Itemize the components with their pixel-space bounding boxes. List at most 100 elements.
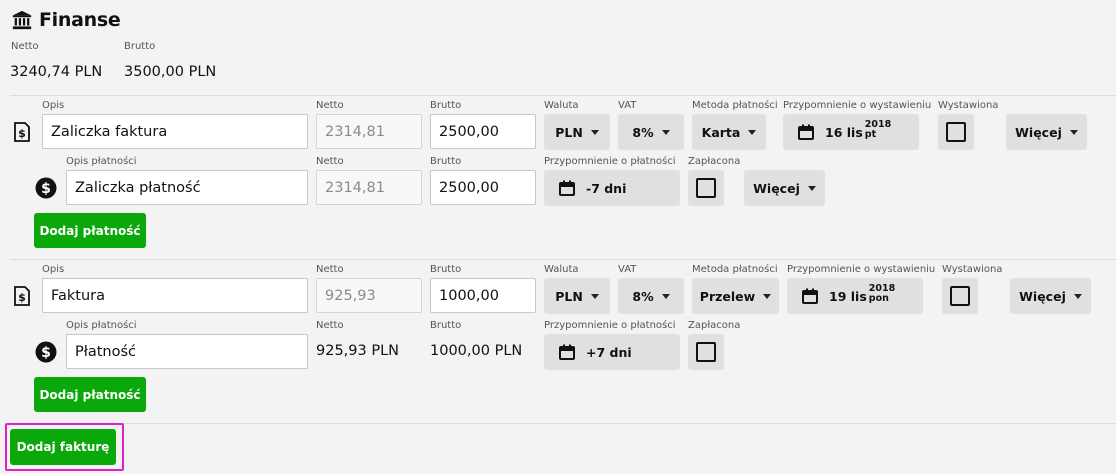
calendar-icon bbox=[802, 288, 818, 304]
payment-opis-input[interactable] bbox=[66, 334, 308, 369]
invoice-brutto-input[interactable] bbox=[430, 278, 536, 313]
checkbox-box bbox=[696, 178, 716, 198]
paid-checkbox[interactable] bbox=[688, 170, 724, 206]
invoice-brutto-label: Brutto bbox=[430, 264, 462, 275]
summary-netto-label: Netto bbox=[11, 41, 39, 52]
payment-netto-input bbox=[316, 170, 422, 205]
currency-dropdown-label: PLN bbox=[555, 124, 583, 140]
summary-netto-value: 3240,74 PLN bbox=[10, 64, 103, 80]
summary-brutto-label: Brutto bbox=[124, 41, 156, 52]
invoice-vat-label: VAT bbox=[618, 100, 637, 111]
chevron-down-icon bbox=[748, 129, 757, 135]
summary-brutto-value: 3500,00 PLN bbox=[124, 64, 217, 80]
chevron-down-icon bbox=[661, 129, 670, 135]
issue-reminder-day: 16 lis bbox=[825, 124, 863, 140]
invoice-metoda-label: Metoda płatności bbox=[692, 100, 778, 111]
payment-more-button[interactable]: Więcej bbox=[744, 170, 825, 206]
payment-method-dropdown[interactable]: Karta bbox=[692, 114, 766, 150]
divider bbox=[10, 259, 1116, 260]
payment-opis-input[interactable] bbox=[66, 170, 308, 205]
invoice-opis-label: Opis bbox=[42, 264, 65, 275]
svg-text:$: $ bbox=[18, 291, 26, 304]
invoice-doc-icon: $ bbox=[13, 286, 31, 306]
add-payment-button[interactable]: Dodaj płatność bbox=[34, 213, 146, 248]
dollar-circle-icon: $ bbox=[35, 341, 57, 363]
invoice-brutto-input[interactable] bbox=[430, 114, 536, 149]
divider bbox=[10, 95, 1116, 96]
chevron-down-icon bbox=[1073, 293, 1082, 299]
issued-checkbox[interactable] bbox=[942, 278, 978, 314]
payment-more-button-label: Więcej bbox=[753, 180, 800, 196]
paid-checkbox[interactable] bbox=[688, 334, 724, 370]
payment-opis-label: Opis płatności bbox=[66, 156, 137, 167]
invoice-netto-label: Netto bbox=[316, 100, 344, 111]
more-button-label: Więcej bbox=[1019, 288, 1066, 304]
invoice-netto-input bbox=[316, 114, 422, 149]
payment-brutto-label: Brutto bbox=[430, 320, 462, 331]
chevron-down-icon bbox=[1069, 129, 1078, 135]
issue-reminder-weekday: pon bbox=[868, 293, 889, 304]
currency-dropdown[interactable]: PLN bbox=[544, 114, 610, 150]
invoice-doc-icon: $ bbox=[13, 122, 31, 142]
vat-dropdown[interactable]: 8% bbox=[618, 114, 684, 150]
invoice-waluta-label: Waluta bbox=[544, 100, 579, 111]
svg-text:$: $ bbox=[41, 181, 51, 197]
invoice-netto-label: Netto bbox=[316, 264, 344, 275]
svg-text:$: $ bbox=[18, 127, 26, 140]
payment-netto-label: Netto bbox=[316, 320, 344, 331]
issue-reminder-weekday: pt bbox=[864, 129, 877, 140]
invoice-opis-input[interactable] bbox=[42, 278, 308, 313]
calendar-icon bbox=[798, 124, 814, 140]
invoice-opis-label: Opis bbox=[42, 100, 65, 111]
more-button[interactable]: Więcej bbox=[1006, 114, 1087, 150]
payment-opis-label: Opis płatności bbox=[66, 320, 137, 331]
calendar-icon bbox=[559, 180, 575, 196]
invoice-metoda-label: Metoda płatności bbox=[692, 264, 778, 275]
add-invoice-button[interactable]: Dodaj fakturę bbox=[10, 429, 116, 465]
add-payment-button[interactable]: Dodaj płatność bbox=[34, 377, 146, 412]
payment-zaplacona-label: Zapłacona bbox=[688, 320, 741, 331]
more-button-label: Więcej bbox=[1015, 124, 1062, 140]
bank-icon bbox=[12, 10, 32, 30]
calendar-icon bbox=[559, 344, 575, 360]
payment-netto-label: Netto bbox=[316, 156, 344, 167]
dollar-circle-icon: $ bbox=[35, 177, 57, 199]
invoice-opis-input[interactable] bbox=[42, 114, 308, 149]
issue-reminder-date-button[interactable]: 16 lis 2018 pt bbox=[783, 114, 919, 150]
invoice-przyp-label: Przypomnienie o wystawieniu bbox=[783, 100, 932, 111]
issued-checkbox[interactable] bbox=[938, 114, 974, 150]
payment-reminder-value: +7 dni bbox=[586, 344, 632, 360]
payment-brutto-value: 1000,00 PLN bbox=[430, 343, 523, 359]
page-title: Finanse bbox=[11, 9, 121, 31]
checkbox-box bbox=[950, 286, 970, 306]
invoice-vat-label: VAT bbox=[618, 264, 637, 275]
payment-method-dropdown-label: Przelew bbox=[699, 288, 756, 304]
issue-reminder-day: 19 lis bbox=[829, 288, 867, 304]
payment-reminder-button[interactable]: +7 dni bbox=[544, 334, 680, 370]
payment-zaplacona-label: Zapłacona bbox=[688, 156, 741, 167]
vat-dropdown-label: 8% bbox=[632, 288, 654, 304]
checkbox-box bbox=[946, 122, 966, 142]
payment-reminder-button[interactable]: -7 dni bbox=[544, 170, 680, 206]
more-button[interactable]: Więcej bbox=[1010, 278, 1091, 314]
payment-brutto-label: Brutto bbox=[430, 156, 462, 167]
issue-reminder-date-button[interactable]: 19 lis 2018 pon bbox=[787, 278, 923, 314]
payment-method-dropdown[interactable]: Przelew bbox=[692, 278, 779, 314]
svg-text:$: $ bbox=[41, 345, 51, 361]
checkbox-box bbox=[696, 342, 716, 362]
invoice-przyp-label: Przypomnienie o wystawieniu bbox=[787, 264, 936, 275]
invoice-waluta-label: Waluta bbox=[544, 264, 579, 275]
payment-netto-value: 925,93 PLN bbox=[316, 343, 400, 359]
page-title-text: Finanse bbox=[39, 9, 121, 31]
chevron-down-icon bbox=[661, 293, 670, 299]
payment-reminder-value: -7 dni bbox=[586, 180, 627, 196]
divider bbox=[10, 423, 1116, 424]
chevron-down-icon bbox=[590, 293, 599, 299]
vat-dropdown[interactable]: 8% bbox=[618, 278, 684, 314]
chevron-down-icon bbox=[590, 129, 599, 135]
payment-brutto-input[interactable] bbox=[430, 170, 536, 205]
currency-dropdown[interactable]: PLN bbox=[544, 278, 610, 314]
vat-dropdown-label: 8% bbox=[632, 124, 654, 140]
chevron-down-icon bbox=[807, 185, 816, 191]
payment-przyp-label: Przypomnienie o płatności bbox=[544, 156, 676, 167]
